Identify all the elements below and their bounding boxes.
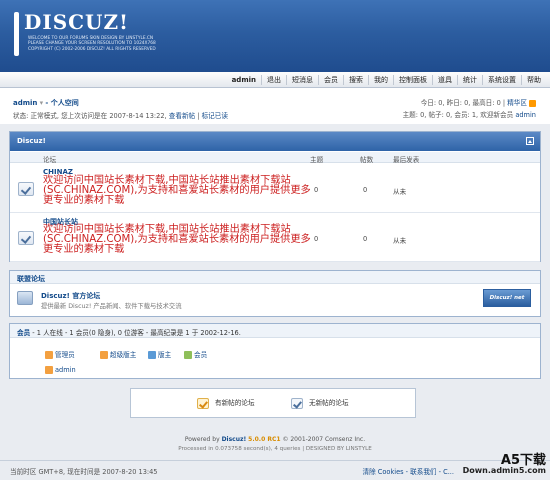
online-header: 会员 - 1 人在线 - 1 会员(0 隐身), 0 位游客 - 最高纪录是 1…: [10, 324, 540, 338]
forum-description: 欢迎访问中国站长素材下载,中国站长站推出素材下载站(SC.CHINAZ.COM)…: [43, 175, 311, 206]
nav-members[interactable]: 会员: [318, 75, 343, 85]
col-forum: 论坛: [43, 156, 57, 164]
forum-posts: 0: [363, 235, 368, 243]
rss-icon[interactable]: [529, 99, 536, 107]
nav-help[interactable]: 帮助: [521, 75, 546, 85]
icon-legend: 有新帖的论坛 无新帖的论坛: [130, 388, 416, 418]
col-posts: 帖数: [360, 156, 374, 164]
category-header: Discuz!: [10, 132, 540, 151]
site-watermark: A5下载 Down.admin5.com: [450, 449, 546, 475]
daily-stats: 今日: 0, 昨日: 0, 最高日: 0 | 精华区: [421, 97, 536, 107]
super-moderator-icon: [100, 351, 108, 359]
collapse-icon[interactable]: [526, 137, 534, 145]
status-text: 状态: 正常模式, 您上次访问是在 2007-8-14 13:22,: [13, 112, 167, 120]
user-link[interactable]: admin: [13, 99, 37, 107]
forum-row: 中国站长站 欢迎访问中国站长素材下载,中国站长站推出素材下载站(SC.CHINA…: [10, 213, 540, 262]
forum-row: CHINAZ 欢迎访问中国站长素材下载,中国站长站推出素材下载站(SC.CHIN…: [10, 164, 540, 213]
forum-stats-text: 主题: 0, 帖子: 0, 会员: 1, 欢迎新会员: [402, 111, 514, 119]
forum-posts: 0: [363, 186, 368, 194]
legend-super-mod: 超级版主: [100, 349, 136, 359]
top-nav: admin 退出 短消息 会员 搜索 我的 控制面板 道具 统计 系统设置 帮助: [0, 72, 550, 88]
legend-admin: 管理员: [45, 349, 75, 359]
copyright: © 2001-2007 Comsenz Inc.: [282, 436, 366, 443]
nav-messages[interactable]: 短消息: [286, 75, 318, 85]
logo-subtitle: Welcome to our forums Skin design by Lin…: [28, 36, 156, 52]
forum-status-icon: [18, 231, 34, 245]
forum-last-post: 从未: [393, 188, 407, 196]
personal-space-link[interactable]: - 个人空间: [45, 99, 78, 107]
powered-by: Powered by Discuz! 5.0.0 RC1 © 2001-2007…: [184, 436, 366, 443]
mark-read-link[interactable]: 标记已读: [202, 112, 228, 120]
view-new-link[interactable]: 查看新帖: [169, 112, 195, 120]
forum-icon: [17, 291, 33, 305]
bottom-links[interactable]: 清除 Cookies - 联系我们 - C...: [362, 466, 454, 476]
new-posts-icon: [197, 397, 209, 409]
timezone-info: 当前时区 GMT+8, 现在时间是 2007-8-20 13:45: [10, 468, 158, 476]
category-title[interactable]: Discuz!: [17, 137, 46, 145]
forum-status-icon: [18, 182, 34, 196]
league-forum-description: 提供最新 Discuz! 产品新闻、软件下载与技术交流: [41, 303, 182, 310]
daily-stats-text: 今日: 0, 昨日: 0, 最高日: 0 |: [420, 99, 506, 107]
nav-stats[interactable]: 统计: [457, 75, 482, 85]
user-info-bar: admin ▾ - 个人空间 状态: 正常模式, 您上次访问是在 2007-8-…: [0, 88, 550, 124]
legend-new-posts: 有新帖的论坛: [197, 397, 255, 409]
user-line: admin ▾ - 个人空间: [13, 98, 79, 108]
logo-bar: [14, 12, 19, 56]
online-user[interactable]: admin: [45, 366, 76, 374]
forum-topics: 0: [314, 186, 319, 194]
digest-link[interactable]: 精华区: [507, 99, 527, 107]
nav-logout[interactable]: 退出: [261, 75, 286, 85]
admin-icon: [45, 351, 53, 359]
logo[interactable]: DISCUZ!: [24, 10, 129, 34]
legend-mod: 版主: [148, 349, 171, 359]
new-member-link[interactable]: admin: [515, 111, 536, 119]
forum-category: Discuz! 论坛 主题 帖数 最后发表 CHINAZ 欢迎访问中国站长素材下…: [9, 131, 541, 262]
nav-my[interactable]: 我的: [368, 75, 393, 85]
legend-member: 会员: [184, 349, 207, 359]
nav-control-panel[interactable]: 控制面板: [393, 75, 432, 85]
column-headers: 论坛 主题 帖数 最后发表: [10, 152, 540, 164]
online-label[interactable]: 会员: [17, 329, 30, 337]
online-summary: - 1 人在线 - 1 会员(0 隐身), 0 位游客 - 最高纪录是 1 于 …: [32, 329, 241, 337]
forum-stats: 主题: 0, 帖子: 0, 会员: 1, 欢迎新会员 admin: [403, 109, 536, 119]
version: 5.0.0 RC1: [248, 436, 281, 443]
status-line: 状态: 正常模式, 您上次访问是在 2007-8-14 13:22, 查看新帖 …: [13, 112, 228, 120]
col-last-post: 最后发表: [393, 156, 420, 164]
forum-last-post: 从未: [393, 237, 407, 245]
member-icon: [184, 351, 192, 359]
nav-user[interactable]: admin: [227, 75, 261, 85]
no-new-posts-icon: [291, 397, 303, 409]
online-members: 会员 - 1 人在线 - 1 会员(0 隐身), 0 位游客 - 最高纪录是 1…: [9, 323, 541, 379]
league-forums: 联盟论坛 Discuz! 官方论坛 提供最新 Discuz! 产品新闻、软件下载…: [9, 270, 541, 317]
forum-description: 欢迎访问中国站长素材下载,中国站长站推出素材下载站(SC.CHINAZ.COM)…: [43, 224, 311, 255]
moderator-icon: [148, 351, 156, 359]
forum-topics: 0: [314, 235, 319, 243]
discuz-link[interactable]: Discuz!: [222, 436, 247, 443]
nav-system-settings[interactable]: 系统设置: [482, 75, 521, 85]
forum-header: DISCUZ! Welcome to our forums Skin desig…: [0, 0, 550, 72]
watermark-url: Down.admin5.com: [462, 466, 546, 475]
admin-user-icon: [45, 366, 53, 374]
legend-no-new-posts: 无新帖的论坛: [291, 397, 349, 409]
league-logo[interactable]: Discuz! net: [483, 289, 531, 307]
col-topics: 主题: [310, 156, 324, 164]
nav-items[interactable]: 道具: [432, 75, 457, 85]
league-header: 联盟论坛: [10, 271, 540, 284]
league-forum-name[interactable]: Discuz! 官方论坛: [41, 291, 100, 301]
nav-search[interactable]: 搜索: [343, 75, 368, 85]
